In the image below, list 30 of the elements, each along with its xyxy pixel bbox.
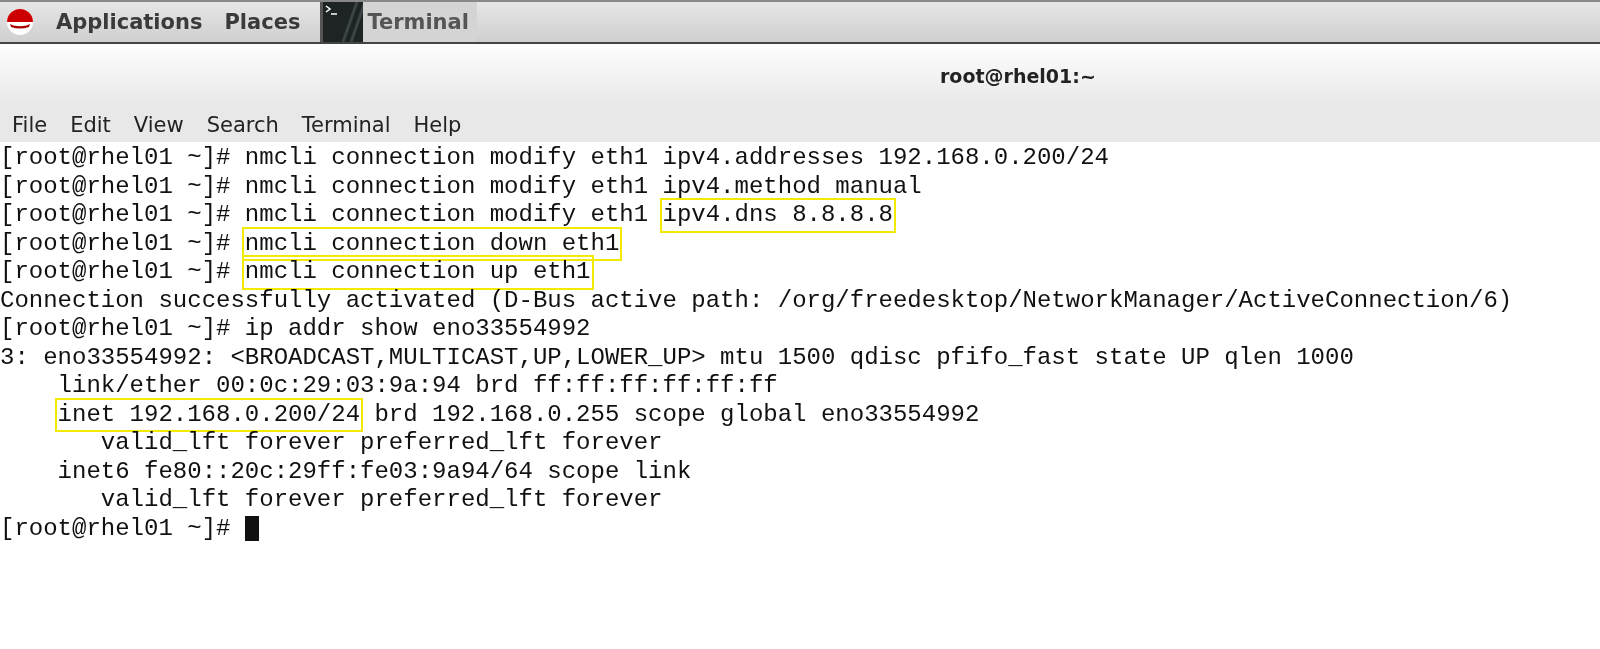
terminal-text: [root@rhel01 ~]# [0,229,232,258]
terminal-text: valid_lft forever preferred_lft forever [99,486,663,515]
terminal-text: [root@rhel01 ~]# ip addr show eno33554992 [0,315,591,344]
terminal-text: [root@rhel01 ~]# nmcli connection modify eth1 ipv4.addresses 192.168.0.200/24 [0,144,1109,173]
terminal-icon [323,2,364,42]
terminal-text: inet6 fe80::20c:29ff:fe03:9a94/64 scope link [56,457,692,486]
terminal-text: brd 192.168.0.255 scope global eno33554992 [373,400,980,429]
panel-menu[interactable]: Applications [56,10,203,34]
hat-icon [6,8,34,36]
terminal-text: [root@rhel01 ~]# [0,258,232,287]
terminal-text: valid_lft forever preferred_lft forever [99,429,663,458]
highlighted-text: nmcli connection up eth1 [244,258,591,287]
highlighted-text: ipv4.dns 8.8.8.8 [662,201,893,230]
terminal-text: link/ether 00:0c:29:03:9a:94 brd ff:ff:ff:ff:ff:ff [56,372,778,401]
window-title: root@rhel01:~ [940,65,1096,87]
terminal-text: 3: eno33554992: <BROADCAST,MULTICAST,UP,LOWER_UP> mtu 1500 qdisc pfifo_fast state UP qlen 1000 [0,343,1354,372]
panel-menu[interactable]: Places [224,10,301,34]
menu-item[interactable]: File [2,113,61,137]
menu-item[interactable]: Edit [60,113,124,137]
terminal-text: [root@rhel01 ~]# nmcli connection modify eth1 [0,201,650,230]
taskbar-item[interactable]: Terminal [320,2,477,42]
menu-item[interactable]: Terminal [291,113,404,137]
highlighted-text: inet 192.168.0.200/24 [57,400,361,429]
menu-item[interactable]: Search [196,113,292,137]
terminal-text: [root@rhel01 ~]# nmcli connection modify eth1 ipv4.method manual [0,172,922,201]
terminal-text: Connection successfully activated (D-Bus active path: /org/freedesktop/NetworkManager/ActiveConnection/6) [0,286,1513,315]
menu-item[interactable]: Help [403,113,475,137]
menu-item[interactable]: View [123,113,197,137]
highlighted-text: nmcli connection down eth1 [244,229,620,258]
terminal-text: [root@rhel01 ~]# [0,514,232,543]
